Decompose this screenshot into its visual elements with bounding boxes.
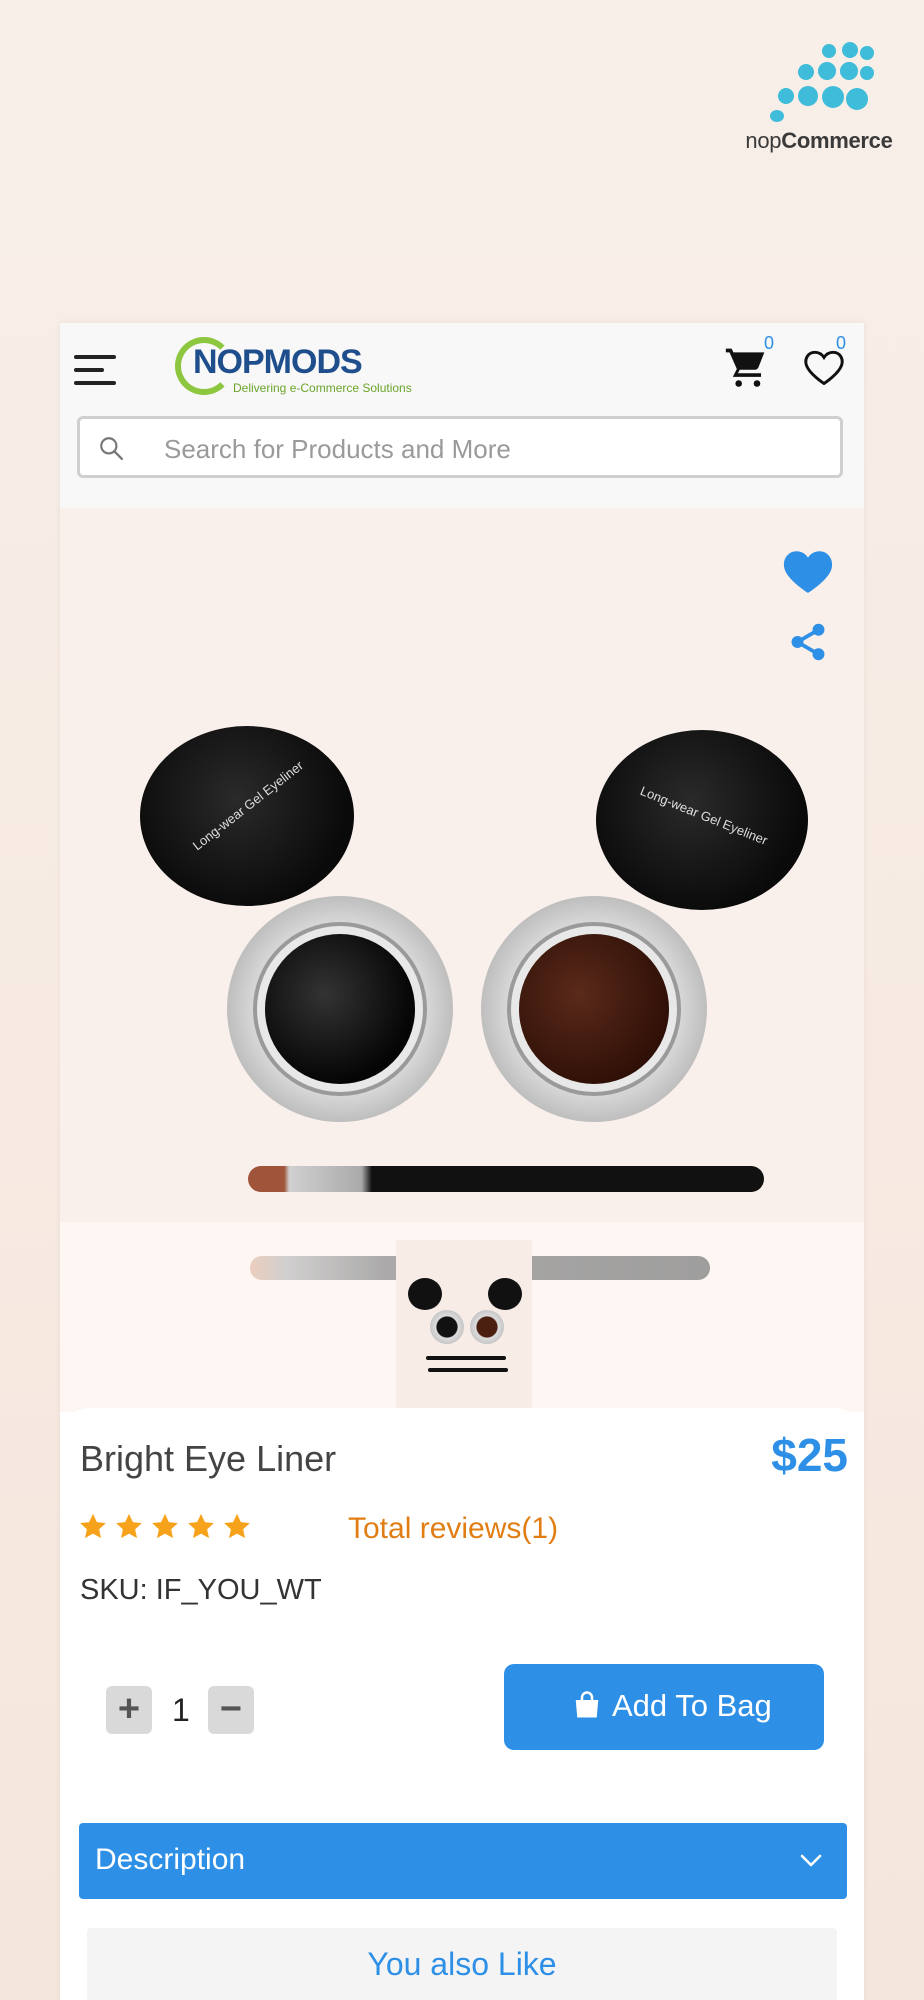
star-icon bbox=[188, 1513, 214, 1539]
product-main-image[interactable]: Long-wear Gel Eyeliner Long-wear Gel Eye… bbox=[60, 508, 864, 1222]
store-brand-tagline: Delivering e-Commerce Solutions bbox=[233, 381, 412, 395]
wishlist-count-badge: 0 bbox=[836, 333, 847, 353]
quantity-increase-button[interactable]: + bbox=[106, 1686, 152, 1734]
star-icon bbox=[116, 1513, 142, 1539]
thumb-lid-right bbox=[488, 1278, 522, 1310]
share-icon[interactable] bbox=[787, 621, 829, 663]
nopcommerce-logo: nopCommerce bbox=[744, 42, 894, 154]
cart-count-badge: 0 bbox=[764, 333, 775, 353]
store-brand-name: NOPMODS bbox=[193, 343, 363, 381]
black-gel bbox=[265, 934, 415, 1084]
thumbnail-eyeliner-set[interactable] bbox=[396, 1240, 532, 1410]
thumb-lid-left bbox=[408, 1278, 442, 1310]
description-accordion[interactable]: Description bbox=[79, 1823, 847, 1899]
product-details-card: Bright Eye Liner $25 Total reviews(1) SK… bbox=[60, 1408, 864, 2000]
thumb-brush-1 bbox=[426, 1356, 506, 1360]
phone-screen: NOPMODS Delivering e-Commerce Solutions … bbox=[60, 323, 864, 2000]
quantity-value: 1 bbox=[172, 1692, 190, 1728]
shopping-bag-icon bbox=[575, 1691, 599, 1718]
star-icon bbox=[152, 1513, 178, 1539]
quantity-stepper: + 1 − bbox=[106, 1686, 266, 1738]
thumb-brush-2 bbox=[428, 1368, 508, 1372]
star-icon bbox=[224, 1513, 250, 1539]
eyeliner-lid-left bbox=[140, 726, 354, 906]
nopcommerce-dots-icon bbox=[764, 42, 874, 122]
you-also-like-section: You also Like bbox=[87, 1928, 837, 2000]
wishlist-button[interactable]: 0 bbox=[802, 333, 852, 395]
add-to-bag-label: Add To Bag bbox=[612, 1688, 772, 1723]
header-bar: NOPMODS Delivering e-Commerce Solutions … bbox=[60, 323, 864, 508]
image-thumbnail-strip bbox=[60, 1222, 864, 1412]
add-to-bag-button[interactable]: Add To Bag bbox=[504, 1664, 824, 1750]
store-logo[interactable]: NOPMODS Delivering e-Commerce Solutions bbox=[175, 337, 415, 397]
total-reviews-link[interactable]: Total reviews(1) bbox=[348, 1512, 558, 1546]
search-input[interactable]: Search for Products and More bbox=[77, 416, 843, 478]
product-name: Bright Eye Liner bbox=[80, 1438, 337, 1479]
menu-icon[interactable] bbox=[74, 355, 118, 387]
chevron-down-icon bbox=[800, 1854, 822, 1867]
nopcommerce-wordmark: nopCommerce bbox=[745, 128, 893, 153]
search-icon bbox=[100, 437, 124, 461]
brown-gel bbox=[519, 934, 669, 1084]
search-placeholder: Search for Products and More bbox=[164, 434, 511, 464]
you-also-like-title: You also Like bbox=[367, 1946, 557, 1982]
quantity-decrease-button[interactable]: − bbox=[208, 1686, 254, 1734]
product-sku: SKU: IF_YOU_WT bbox=[80, 1574, 322, 1606]
description-label: Description bbox=[95, 1843, 246, 1876]
rating-stars bbox=[78, 1512, 252, 1542]
thumb-jar-right bbox=[470, 1310, 504, 1344]
thumb-jar-left bbox=[430, 1310, 464, 1344]
heart-filled-icon[interactable] bbox=[783, 548, 833, 594]
star-icon bbox=[80, 1513, 106, 1539]
product-price: $25 bbox=[771, 1429, 848, 1481]
angled-brush bbox=[248, 1166, 764, 1192]
cart-icon bbox=[725, 348, 765, 387]
cart-button[interactable]: 0 bbox=[724, 333, 774, 395]
